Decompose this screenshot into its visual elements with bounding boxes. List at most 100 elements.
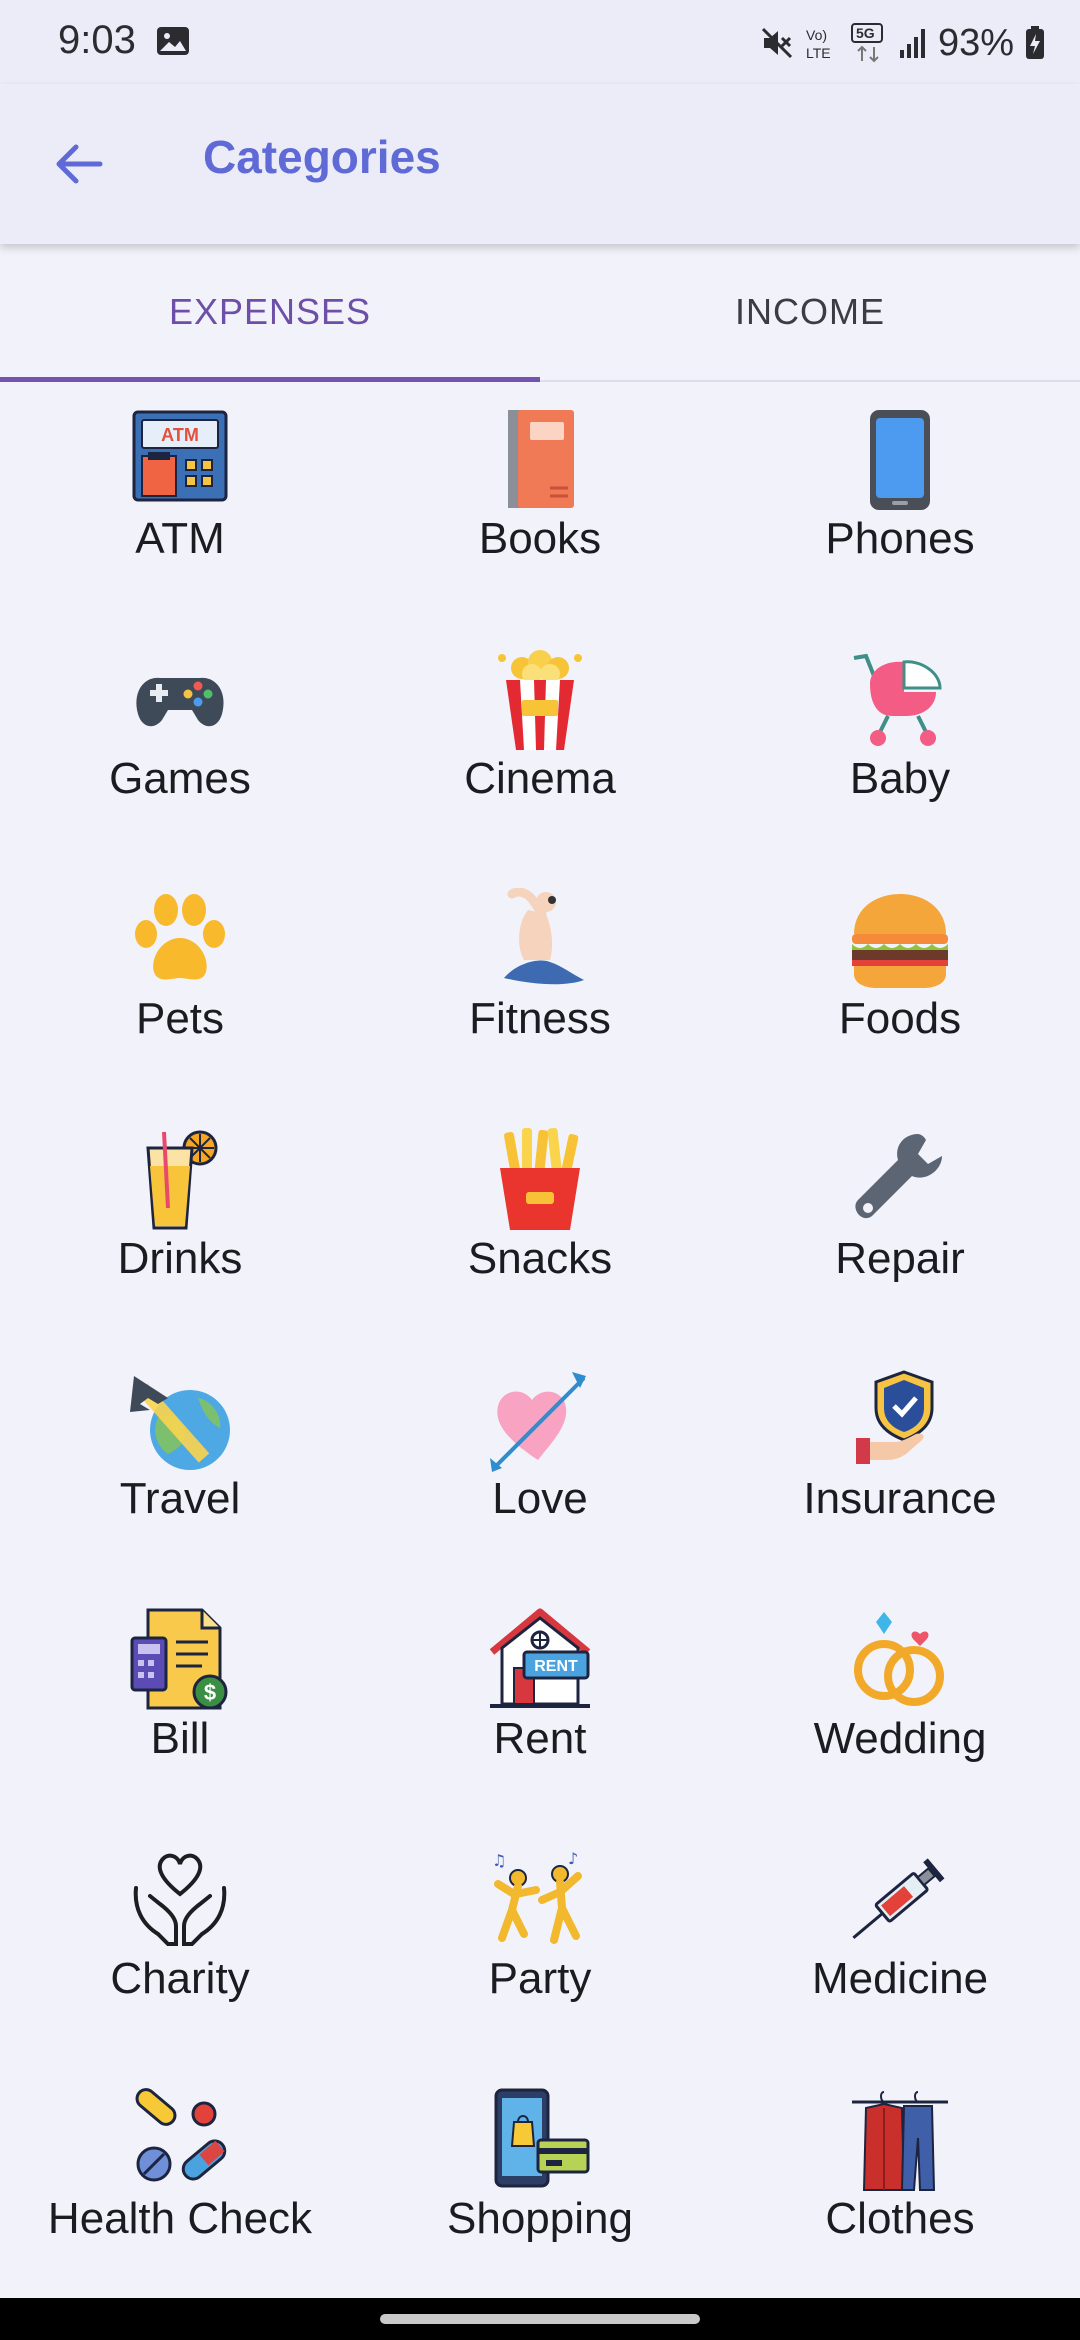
category-label: Cinema xyxy=(464,754,616,803)
atm-icon: ATM xyxy=(128,408,232,512)
heart-arrow-icon xyxy=(488,1368,592,1472)
home-gesture-handle[interactable] xyxy=(380,2314,700,2324)
category-item-books[interactable]: Books xyxy=(360,382,720,622)
system-navigation-bar xyxy=(0,2298,1080,2340)
5g-signal-icon: 5G xyxy=(850,23,883,63)
fries-icon xyxy=(488,1128,592,1232)
category-label: Games xyxy=(109,754,251,803)
category-grid: ATM ATM Books Phones Games Cinema Baby P… xyxy=(0,382,1080,2302)
category-tabs: EXPENSES INCOME xyxy=(0,244,1080,382)
clothes-rack-icon xyxy=(848,2088,952,2192)
category-item-baby[interactable]: Baby xyxy=(720,622,1080,862)
svg-text:RENT: RENT xyxy=(534,1658,578,1675)
category-label: Bill xyxy=(150,1714,210,1763)
category-label: Charity xyxy=(110,1954,250,2003)
svg-text:$: $ xyxy=(204,1680,216,1705)
category-item-rent[interactable]: RENT Rent xyxy=(360,1582,720,1822)
phone-icon xyxy=(848,408,952,512)
tab-income[interactable]: INCOME xyxy=(540,244,1080,380)
page-title: Categories xyxy=(203,131,441,183)
category-label: Phones xyxy=(825,514,975,563)
category-label: Medicine xyxy=(811,1954,989,2003)
juice-icon xyxy=(128,1128,232,1232)
status-time: 9:03 xyxy=(58,18,136,62)
mobile-shopping-icon xyxy=(488,2088,592,2192)
svg-text:♫: ♫ xyxy=(492,1851,506,1870)
category-item-clothes[interactable]: Clothes xyxy=(720,2062,1080,2302)
pills-icon xyxy=(128,2088,232,2192)
stroller-icon xyxy=(848,648,952,752)
category-label: Insurance xyxy=(803,1474,997,1523)
category-item-charity[interactable]: Charity xyxy=(0,1822,360,2062)
gamepad-icon xyxy=(128,648,232,752)
status-right: Vo) LTE 5G 93% xyxy=(760,18,1046,68)
category-label: Books xyxy=(478,514,602,563)
category-label: Drinks xyxy=(117,1234,243,1283)
category-label: Shopping xyxy=(447,2194,633,2243)
image-notification-icon xyxy=(157,27,189,55)
battery-percentage: 93% xyxy=(937,21,1014,64)
category-label: Health Check xyxy=(47,2194,313,2243)
yoga-icon xyxy=(488,888,592,992)
category-label: Clothes xyxy=(825,2194,975,2243)
house-rent-icon: RENT xyxy=(488,1608,592,1712)
wrench-icon xyxy=(848,1128,952,1232)
popcorn-icon xyxy=(488,648,592,752)
syringe-icon xyxy=(848,1848,952,1952)
category-item-health-check[interactable]: Health Check xyxy=(0,2062,360,2302)
dancing-people-icon: ♫ ♪ xyxy=(488,1848,592,1952)
category-label: Travel xyxy=(119,1474,241,1523)
category-item-snacks[interactable]: Snacks xyxy=(360,1102,720,1342)
category-item-bill[interactable]: $ Bill xyxy=(0,1582,360,1822)
svg-text:LTE: LTE xyxy=(806,45,831,61)
app-bar: Categories xyxy=(0,84,1080,244)
category-label: Repair xyxy=(835,1234,965,1283)
category-label: Fitness xyxy=(469,994,611,1043)
category-item-wedding[interactable]: Wedding xyxy=(720,1582,1080,1822)
status-bar: 9:03 Vo) LTE 5G 93% xyxy=(0,0,1080,84)
category-item-travel[interactable]: Travel xyxy=(0,1342,360,1582)
category-label: Snacks xyxy=(467,1234,613,1283)
category-item-repair[interactable]: Repair xyxy=(720,1102,1080,1342)
category-item-drinks[interactable]: Drinks xyxy=(0,1102,360,1342)
airplane-globe-icon xyxy=(128,1368,232,1472)
mute-icon xyxy=(761,27,792,59)
category-item-atm[interactable]: ATM ATM xyxy=(0,382,360,622)
category-item-games[interactable]: Games xyxy=(0,622,360,862)
category-label: Baby xyxy=(849,754,951,803)
bill-icon: $ xyxy=(128,1608,232,1712)
book-icon xyxy=(488,408,592,512)
svg-text:ATM: ATM xyxy=(161,425,199,445)
volte-icon: Vo) LTE xyxy=(806,27,831,61)
category-item-medicine[interactable]: Medicine xyxy=(720,1822,1080,2062)
rings-icon xyxy=(848,1608,952,1712)
category-item-pets[interactable]: Pets xyxy=(0,862,360,1102)
shield-hand-icon xyxy=(848,1368,952,1472)
category-item-love[interactable]: Love xyxy=(360,1342,720,1582)
category-label: Pets xyxy=(135,994,225,1043)
svg-text:Vo): Vo) xyxy=(806,27,827,43)
tab-expenses[interactable]: EXPENSES xyxy=(0,244,540,380)
category-label: Rent xyxy=(493,1714,587,1763)
category-label: ATM xyxy=(135,514,225,563)
burger-icon xyxy=(848,888,952,992)
category-item-phones[interactable]: Phones xyxy=(720,382,1080,622)
category-label: Foods xyxy=(838,994,962,1043)
category-label: Love xyxy=(492,1474,588,1523)
category-item-cinema[interactable]: Cinema xyxy=(360,622,720,862)
back-arrow-icon xyxy=(56,144,103,184)
svg-text:5G: 5G xyxy=(856,25,875,41)
category-item-fitness[interactable]: Fitness xyxy=(360,862,720,1102)
category-item-party[interactable]: ♫ ♪ Party xyxy=(360,1822,720,2062)
category-item-insurance[interactable]: Insurance xyxy=(720,1342,1080,1582)
svg-text:♪: ♪ xyxy=(568,1849,578,1868)
cell-signal-icon xyxy=(899,29,925,58)
heart-hands-icon xyxy=(128,1848,232,1952)
category-item-shopping[interactable]: Shopping xyxy=(360,2062,720,2302)
category-item-foods[interactable]: Foods xyxy=(720,862,1080,1102)
category-label: Wedding xyxy=(813,1714,987,1763)
battery-charging-icon xyxy=(1026,26,1044,59)
paw-icon xyxy=(128,888,232,992)
back-button[interactable] xyxy=(40,126,116,202)
category-label: Party xyxy=(488,1954,592,2003)
